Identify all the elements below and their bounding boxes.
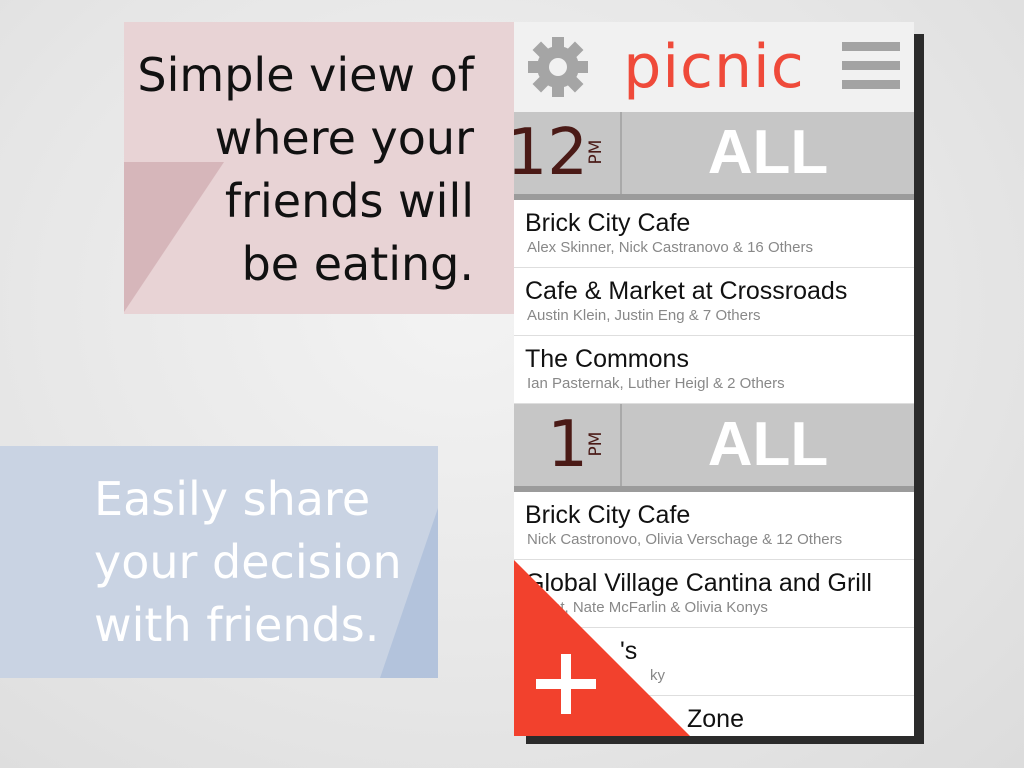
place-item[interactable]: Cafe & Market at Crossroads Austin Klein… bbox=[514, 268, 914, 336]
place-friends: Alex Skinner, Nick Castranovo & 16 Other… bbox=[527, 239, 813, 256]
place-name: Brick City Cafe bbox=[525, 209, 691, 237]
place-friends: Nick Castronovo, Olivia Verschage & 12 O… bbox=[527, 531, 843, 548]
hamburger-menu-icon[interactable] bbox=[842, 42, 900, 90]
app-header: picnic bbox=[514, 22, 914, 112]
place-name: Cafe & Market at Crossroads bbox=[525, 277, 848, 305]
time-hour: 12 bbox=[514, 116, 588, 190]
time-hour: 1 bbox=[547, 408, 588, 482]
phone-screen: picnic 12 PM ALL Brick City Cafe Alex Sk… bbox=[514, 22, 914, 736]
time-label: 12 PM bbox=[514, 112, 622, 194]
place-friends: Austin Klein, Justin Eng & 7 Others bbox=[527, 307, 761, 324]
time-slot-header[interactable]: 12 PM ALL bbox=[514, 112, 914, 200]
place-item[interactable]: Brick City Cafe Nick Castronovo, Olivia … bbox=[514, 492, 914, 560]
plus-icon[interactable] bbox=[536, 654, 596, 714]
time-slot-header[interactable]: 1 PM ALL bbox=[514, 404, 914, 492]
callout-text: Easily share your decision with friends. bbox=[94, 472, 402, 652]
filter-all[interactable]: ALL bbox=[622, 404, 914, 486]
filter-all[interactable]: ALL bbox=[622, 112, 914, 194]
time-ampm: PM bbox=[586, 431, 606, 457]
callout-text: Simple view of where your friends will b… bbox=[137, 48, 474, 291]
time-ampm: PM bbox=[586, 139, 606, 165]
place-name: Brick City Cafe bbox=[525, 501, 691, 529]
place-name: The Commons bbox=[525, 345, 689, 373]
place-item[interactable]: Brick City Cafe Alex Skinner, Nick Castr… bbox=[514, 200, 914, 268]
place-friends: Ian Pasternak, Luther Heigl & 2 Others bbox=[527, 375, 785, 392]
time-label: 1 PM bbox=[514, 404, 622, 486]
callout-simple-view: Simple view of where your friends will b… bbox=[124, 22, 514, 314]
place-item[interactable]: The Commons Ian Pasternak, Luther Heigl … bbox=[514, 336, 914, 404]
callout-share: Easily share your decision with friends. bbox=[0, 446, 438, 678]
